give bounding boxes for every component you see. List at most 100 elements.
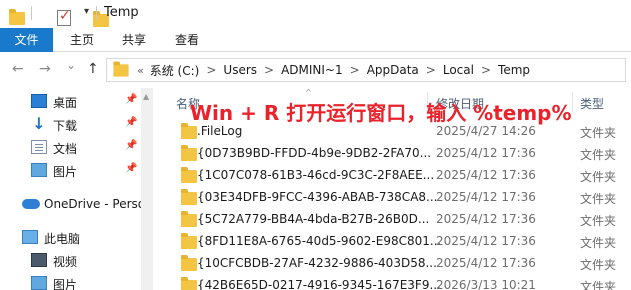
file-type: 文件夹 xyxy=(580,192,617,206)
sidebar-item-label: 视频 xyxy=(53,255,78,269)
desktop-icon xyxy=(31,94,47,108)
folder-icon xyxy=(181,277,197,290)
file-row[interactable]: {5C72A779-BB4A-4bda-B27B-26B0D... 2025/4… xyxy=(153,208,631,230)
tab-view[interactable]: 查看 xyxy=(169,28,205,52)
sidebar-item-label: 文档 xyxy=(53,142,78,156)
sidebar-item-label: 图片 xyxy=(53,278,78,290)
file-date: 2025/4/12 17:36 xyxy=(436,146,536,160)
file-name: {0D73B9BD-FFDD-4b9e-9DB2-2FA70... xyxy=(197,146,432,160)
folder-icon xyxy=(181,189,197,205)
quick-access-toolbar-dropdown[interactable]: ▾ xyxy=(84,6,89,17)
file-date: 2025/4/12 17:36 xyxy=(436,234,536,248)
file-type: 文件夹 xyxy=(580,148,617,162)
breadcrumb-users[interactable]: Users xyxy=(223,63,257,77)
pin-icon[interactable]: 📌 xyxy=(125,163,137,174)
chevron-right-icon[interactable]: > xyxy=(426,63,436,77)
tab-file[interactable]: 文件 xyxy=(0,28,53,52)
computer-icon xyxy=(22,230,38,244)
file-name: {8FD11E8A-6765-40d5-9602-E98C801... xyxy=(197,234,442,248)
breadcrumb-temp[interactable]: Temp xyxy=(498,63,530,77)
window-title: Temp xyxy=(104,5,139,20)
divider xyxy=(96,6,97,20)
file-row[interactable]: {0D73B9BD-FFDD-4b9e-9DB2-2FA70... 2025/4… xyxy=(153,142,631,164)
file-row[interactable]: {10CFCBDB-27AF-4232-9886-403D58... 2025/… xyxy=(153,252,631,274)
ribbon-tabs: 文件 主页 共享 查看 xyxy=(0,28,631,52)
breadcrumb-local[interactable]: Local xyxy=(443,63,474,77)
title-bar: ▾ Temp xyxy=(0,0,631,28)
video-icon xyxy=(31,253,47,267)
recent-locations-icon[interactable]: ⌄ xyxy=(66,58,76,72)
sidebar-item-label: OneDrive - Perso xyxy=(44,197,141,211)
navigation-pane: 桌面 📌 ↓ 下载 📌 文档 📌 图片 📌 OneDrive - Perso 此… xyxy=(0,88,141,290)
folder-icon xyxy=(181,167,197,183)
tab-share[interactable]: 共享 xyxy=(116,28,152,52)
pane-scrollbar[interactable]: ▲ xyxy=(141,88,153,290)
chevron-right-icon[interactable]: > xyxy=(206,63,216,77)
instruction-overlay: Win + R 打开运行窗口，输入 %temp% xyxy=(190,101,572,125)
file-type: 文件夹 xyxy=(580,280,617,290)
folder-icon xyxy=(181,211,197,227)
file-date: 2025/4/27 14:26 xyxy=(436,124,536,138)
file-date: 2025/4/12 17:36 xyxy=(436,190,536,204)
file-date: 2025/4/12 17:36 xyxy=(436,256,536,270)
sidebar-item-label: 桌面 xyxy=(53,96,78,110)
chevron-right-icon[interactable]: > xyxy=(264,63,274,77)
sidebar-item-label: 下载 xyxy=(53,119,78,133)
pin-icon[interactable]: 📌 xyxy=(125,140,137,151)
file-type: 文件夹 xyxy=(580,214,617,228)
folder-icon xyxy=(181,145,197,161)
sort-ascending-icon: ^ xyxy=(305,88,312,97)
folder-icon xyxy=(181,123,197,139)
file-row[interactable]: {42B6E65D-0217-4916-9345-167E3F9... 2026… xyxy=(153,274,631,290)
document-icon xyxy=(31,140,47,154)
up-arrow-icon[interactable]: ↑ xyxy=(87,61,99,77)
file-date: 2026/3/13 10:21 xyxy=(436,278,536,290)
back-arrow-icon[interactable]: ← xyxy=(12,61,24,77)
chevron-right-icon[interactable]: > xyxy=(350,63,360,77)
properties-icon[interactable] xyxy=(57,8,71,26)
file-name: {5C72A779-BB4A-4bda-B27B-26B0D... xyxy=(197,212,430,226)
file-type: 文件夹 xyxy=(580,258,617,272)
breadcrumb-admini[interactable]: ADMINI~1 xyxy=(281,63,343,77)
chevron-right-icon[interactable]: > xyxy=(481,63,491,77)
column-header-type[interactable]: 类型 xyxy=(580,95,604,112)
navigation-bar: ← → ⌄ ↑ « 系统 (C:) > Users > ADMINI~1 > A… xyxy=(0,52,631,88)
sidebar-item-pictures-pc[interactable]: 图片 xyxy=(0,271,141,290)
file-row[interactable]: {1C07C078-61B3-46cd-9C3C-2F8AEE... 2025/… xyxy=(153,164,631,186)
cloud-icon xyxy=(22,199,40,209)
file-name: .FileLog xyxy=(197,124,243,138)
pin-icon[interactable]: 📌 xyxy=(125,94,137,105)
file-date: 2025/4/12 17:36 xyxy=(436,212,536,226)
forward-arrow-icon[interactable]: → xyxy=(39,61,51,77)
file-date: 2025/4/12 17:36 xyxy=(436,168,536,182)
sidebar-item-label: 图片 xyxy=(53,165,78,179)
file-row[interactable]: {8FD11E8A-6765-40d5-9602-E98C801... 2025… xyxy=(153,230,631,252)
tab-home[interactable]: 主页 xyxy=(64,28,100,52)
breadcrumb-appdata[interactable]: AppData xyxy=(367,63,419,77)
column-divider[interactable] xyxy=(572,92,573,112)
download-icon: ↓ xyxy=(32,114,46,133)
folder-icon xyxy=(181,255,197,271)
sidebar-item-onedrive[interactable]: OneDrive - Perso xyxy=(0,192,141,218)
folder-icon xyxy=(181,233,197,249)
file-type: 文件夹 xyxy=(580,170,617,184)
divider xyxy=(31,6,32,20)
file-name: {1C07C078-61B3-46cd-9C3C-2F8AEE... xyxy=(197,168,435,182)
scroll-up-icon[interactable]: ▲ xyxy=(143,92,149,101)
file-type: 文件夹 xyxy=(580,126,617,140)
address-bar[interactable]: « 系统 (C:) > Users > ADMINI~1 > AppData >… xyxy=(106,58,626,82)
pin-icon[interactable]: 📌 xyxy=(125,117,137,128)
file-name: {03E34DFB-9FCC-4396-ABAB-738CA8... xyxy=(197,190,438,204)
folder-icon xyxy=(9,8,25,25)
sidebar-item-pictures[interactable]: 图片 📌 xyxy=(0,158,141,184)
file-type: 文件夹 xyxy=(580,236,617,250)
overflow-chevron-icon[interactable]: « xyxy=(137,64,144,77)
file-name: {42B6E65D-0217-4916-9345-167E3F9... xyxy=(197,278,441,290)
breadcrumb-drive[interactable]: 系统 (C:) xyxy=(150,62,200,79)
file-name: {10CFCBDB-27AF-4232-9886-403D58... xyxy=(197,256,437,270)
sidebar-item-label: 此电脑 xyxy=(44,232,81,246)
picture-icon xyxy=(31,163,47,177)
file-row[interactable]: {03E34DFB-9FCC-4396-ABAB-738CA8... 2025/… xyxy=(153,186,631,208)
folder-icon xyxy=(113,60,129,77)
picture-icon xyxy=(31,276,47,290)
